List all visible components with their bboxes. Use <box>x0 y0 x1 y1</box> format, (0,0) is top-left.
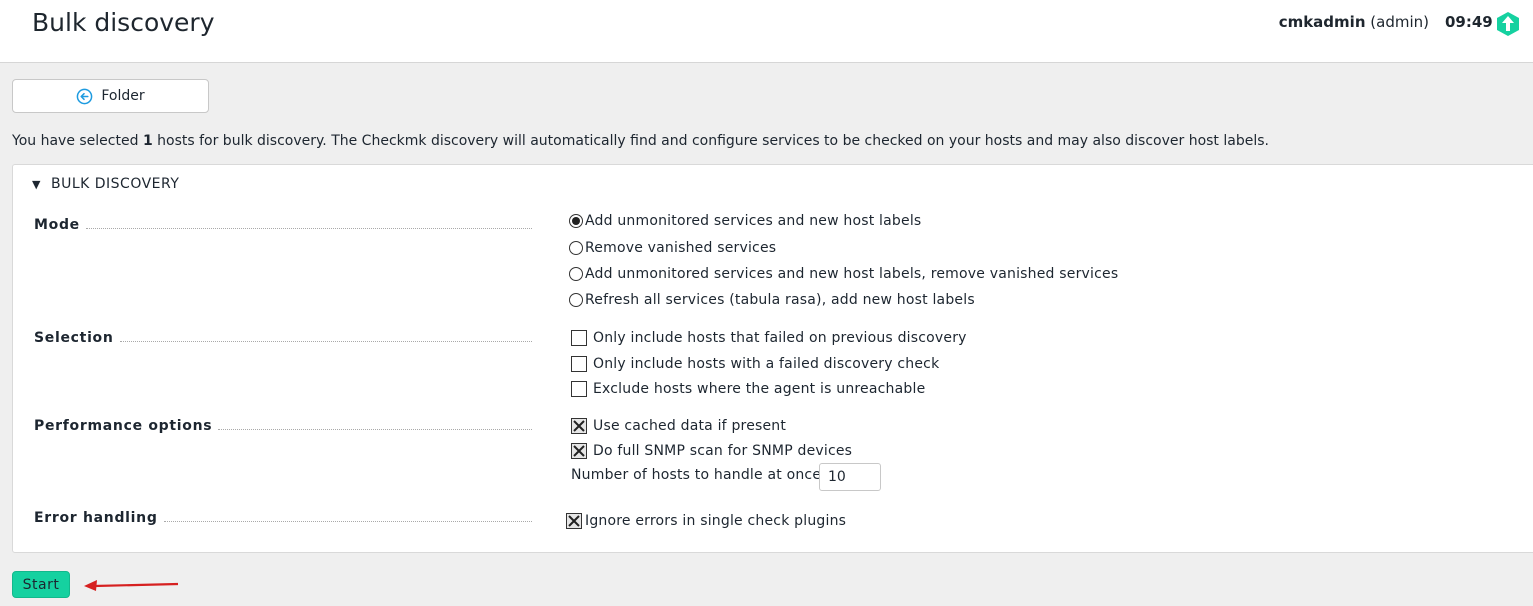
selection-option-0[interactable]: Only include hosts that failed on previo… <box>571 330 967 346</box>
checkbox[interactable] <box>571 330 587 346</box>
performance-label: Performance options <box>34 418 532 434</box>
intro-suffix: hosts for bulk discovery. The Checkmk di… <box>152 133 1269 149</box>
clock: 09:49 <box>1445 13 1493 31</box>
mode-option-3[interactable]: Refresh all services (tabula rasa), add … <box>569 292 975 308</box>
performance-option-1[interactable]: Do full SNMP scan for SNMP devices <box>571 443 852 459</box>
mode-option-0[interactable]: Add unmonitored services and new host la… <box>569 213 921 229</box>
back-arrow-circle-icon <box>77 88 93 104</box>
selection-label: Selection <box>34 330 532 346</box>
hosts-at-once-input[interactable] <box>819 463 881 491</box>
checkbox[interactable] <box>571 381 587 397</box>
intro-prefix: You have selected <box>12 133 143 149</box>
checkbox[interactable] <box>571 443 587 459</box>
error-handling-label: Error handling <box>34 510 532 526</box>
radio-button[interactable] <box>569 214 583 228</box>
page-title: Bulk discovery <box>32 8 215 37</box>
bulk-discovery-panel: ▼ BULK DISCOVERY Mode Add unmonitored se… <box>12 164 1533 553</box>
mode-label: Mode <box>34 217 532 233</box>
radio-button[interactable] <box>569 241 583 255</box>
performance-option-0[interactable]: Use cached data if present <box>571 418 786 434</box>
radio-button[interactable] <box>569 293 583 307</box>
collapse-triangle-icon: ▼ <box>32 177 41 191</box>
errors-option-0[interactable]: Ignore errors in single check plugins <box>566 513 846 529</box>
radio-button[interactable] <box>569 267 583 281</box>
user-role: (admin) <box>1370 13 1429 31</box>
annotation-arrow-icon <box>84 580 179 591</box>
section-header[interactable]: ▼ BULK DISCOVERY <box>32 176 179 192</box>
mode-option-2[interactable]: Add unmonitored services and new host la… <box>569 266 1118 282</box>
checkbox[interactable] <box>571 356 587 372</box>
username: cmkadmin <box>1278 13 1366 31</box>
checkbox[interactable] <box>571 418 587 434</box>
folder-back-button[interactable]: Folder <box>12 79 209 113</box>
folder-button-label: Folder <box>101 88 145 104</box>
up-arrow-icon[interactable] <box>1496 11 1520 37</box>
top-bar: Bulk discovery cmkadmin (admin) 09:49 <box>0 0 1533 63</box>
start-button[interactable]: Start <box>12 571 70 598</box>
host-count: 1 <box>142 133 153 149</box>
hosts-at-once-label: Number of hosts to handle at once <box>571 467 822 483</box>
section-title: BULK DISCOVERY <box>50 176 180 192</box>
intro-text: You have selected 1 hosts for bulk disco… <box>12 133 1269 149</box>
selection-option-2[interactable]: Exclude hosts where the agent is unreach… <box>571 381 925 397</box>
user-info[interactable]: cmkadmin (admin) <box>1279 13 1429 31</box>
mode-option-1[interactable]: Remove vanished services <box>569 240 776 256</box>
selection-option-1[interactable]: Only include hosts with a failed discove… <box>571 356 939 372</box>
checkbox[interactable] <box>566 513 582 529</box>
